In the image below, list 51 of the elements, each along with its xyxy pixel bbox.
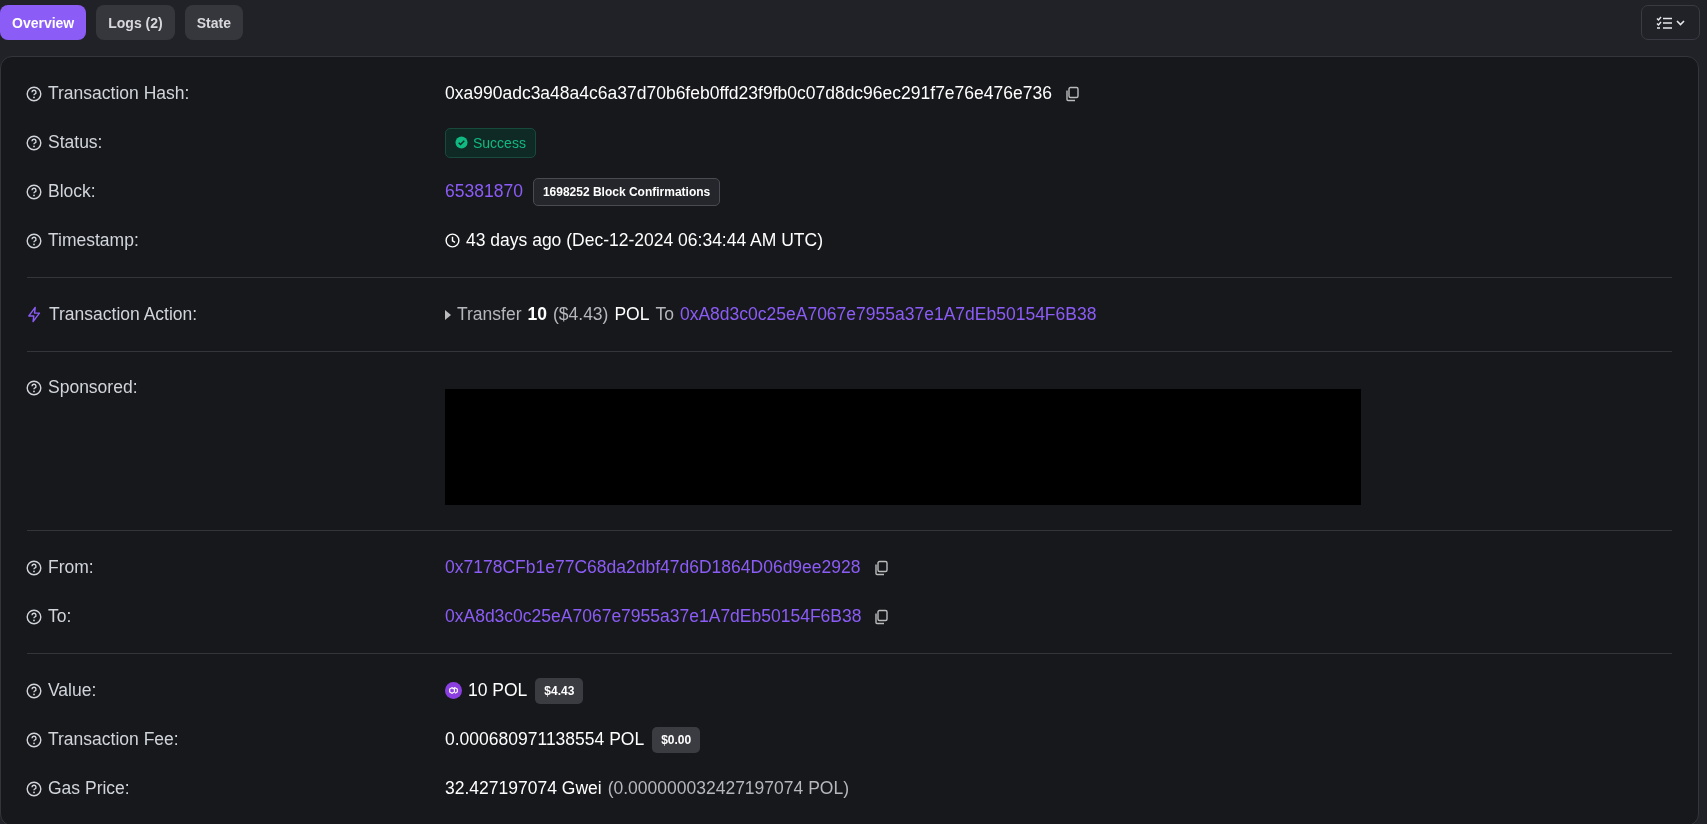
field-label: Transaction Fee: — [48, 729, 179, 750]
address-link[interactable]: 0xA8d3c0c25eA7067e7955a37e1A7dEb50154F6B38 — [445, 606, 862, 627]
field-label: Status: — [48, 132, 103, 153]
block-link[interactable]: 65381870 — [445, 181, 523, 202]
action-amount: 10 — [527, 304, 547, 325]
tab[interactable]: State — [184, 5, 243, 40]
field-label: Block: — [48, 181, 96, 202]
price-badge: $4.43 — [535, 677, 584, 704]
field-label: To: — [48, 606, 72, 627]
help-icon[interactable] — [26, 85, 42, 102]
tab[interactable]: Overview — [0, 5, 87, 40]
status-badge: Success — [445, 127, 536, 158]
copy-icon[interactable] — [1063, 85, 1080, 102]
address-link[interactable]: 0xA8d3c0c25eA7067e7955a37e1A7dEb50154F6B38 — [679, 304, 1097, 325]
address-link[interactable]: 0x7178CFb1e77C68da2dbf47d6D1864D06d9ee2928 — [445, 557, 861, 578]
action-usd: ($4.43) — [553, 304, 609, 325]
view-options-button[interactable] — [1641, 5, 1700, 40]
timestamp-text: 43 days ago (Dec-12-2024 06:34:44 AM UTC) — [466, 230, 823, 251]
field-label: From: — [48, 557, 94, 578]
amount-text: 10 POL — [468, 680, 528, 701]
gas-price-pol: (0.000000032427197074 POL) — [607, 778, 849, 799]
action-token: POL — [614, 304, 650, 325]
field-label: Sponsored: — [48, 377, 138, 398]
field-label: Gas Price: — [48, 778, 130, 799]
help-icon[interactable] — [26, 559, 42, 576]
confirmations-badge: 1698252 Block Confirmations — [532, 177, 721, 206]
copy-icon[interactable] — [872, 559, 889, 576]
action-verb: Transfer — [457, 304, 522, 325]
help-icon[interactable] — [26, 682, 42, 699]
checklist-icon — [1655, 15, 1686, 30]
copy-icon[interactable] — [873, 608, 890, 625]
help-icon[interactable] — [26, 232, 42, 249]
action-to: To — [655, 304, 674, 325]
lightning-icon — [26, 306, 43, 323]
amount-text: 0.000680971138554 POL — [445, 729, 645, 750]
gas-price: 32.427197074 Gwei — [445, 778, 602, 799]
caret-icon[interactable] — [445, 309, 451, 320]
help-icon[interactable] — [26, 134, 42, 151]
tab[interactable]: Logs (2) — [96, 5, 175, 40]
transaction-hash: 0xa990adc3a48a4c6a37d70b6feb0ffd23f9fb0c07d8dc96ec291f7e76e476e736 — [445, 83, 1052, 104]
price-badge: $0.00 — [652, 726, 701, 753]
help-icon[interactable] — [26, 780, 42, 797]
help-icon[interactable] — [26, 608, 42, 625]
clock-icon — [445, 233, 460, 248]
help-icon[interactable] — [26, 379, 42, 396]
field-label: Timestamp: — [48, 230, 139, 251]
field-label: Value: — [48, 680, 97, 701]
help-icon[interactable] — [26, 731, 42, 748]
field-label: Transaction Hash: — [48, 83, 190, 104]
field-label: Transaction Action: — [49, 304, 198, 325]
help-icon[interactable] — [26, 183, 42, 200]
